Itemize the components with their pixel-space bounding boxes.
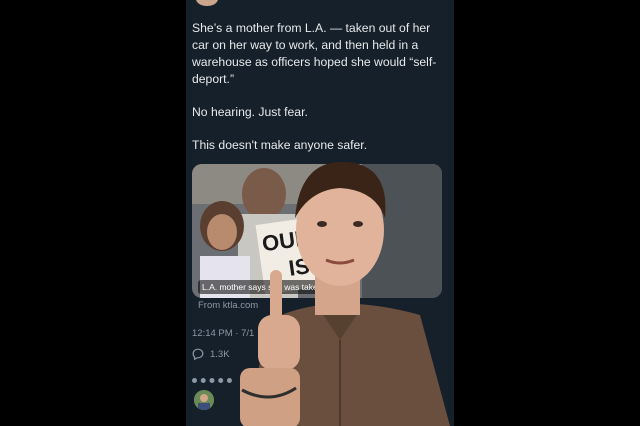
tweet-paragraph-2: No hearing. Just fear. — [192, 105, 308, 119]
author-avatar[interactable] — [196, 0, 218, 6]
presenter — [240, 161, 450, 426]
tweet-paragraph-1: She’s a mother from L.A. — taken out of … — [192, 21, 437, 86]
